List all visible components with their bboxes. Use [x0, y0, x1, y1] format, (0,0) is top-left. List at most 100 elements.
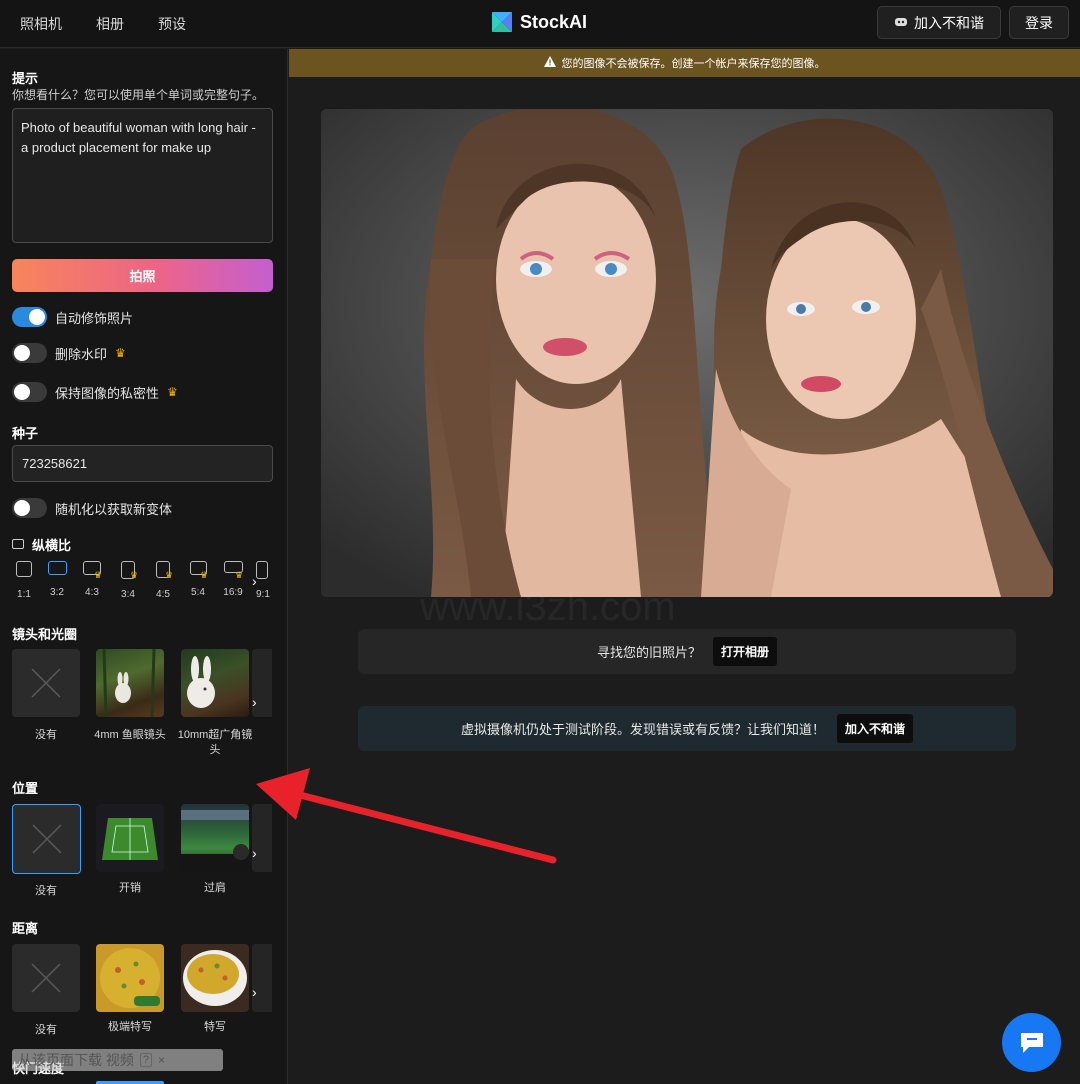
ratio-option-16-9[interactable]: ♛ 16:9 — [219, 561, 247, 598]
prompt-input[interactable]: Photo of beautiful woman with long hair … — [12, 108, 273, 243]
private-images-toggle[interactable] — [12, 382, 47, 402]
lens-fisheye-label: 4mm 鱼眼镜头 — [94, 729, 166, 741]
ratio-option-5-4[interactable]: ♛ 5:4 — [184, 561, 212, 598]
ratio-label: 4:3 — [85, 587, 99, 598]
ratio-label: 1:1 — [17, 589, 31, 600]
lens-title: 镜头和光圈 — [12, 627, 78, 642]
location-none-thumb[interactable] — [12, 804, 81, 874]
seed-title: 种子 — [12, 426, 39, 441]
remove-watermark-row[interactable]: 删除水印 ♛ — [12, 343, 126, 363]
nav-camera[interactable]: 照相机 — [20, 14, 62, 34]
randomize-toggle[interactable] — [12, 498, 47, 518]
lens-fisheye-thumb[interactable] — [96, 649, 164, 717]
private-images-row[interactable]: 保持图像的私密性 ♛ — [12, 382, 178, 402]
crown-icon: ♛ — [94, 570, 103, 580]
distance-extreme-closeup-label: 极端特写 — [108, 1021, 152, 1033]
food-image — [183, 950, 247, 1006]
download-video-bar[interactable]: 从该页面下载 视频 ? × — [12, 1049, 223, 1071]
ratio-label: 4:5 — [156, 589, 170, 600]
beta-text: 虚拟摄像机仍处于测试阶段。发现错误或有反馈？让我们知道！ — [460, 722, 825, 737]
lens-ultrawide-thumb[interactable] — [181, 649, 249, 717]
ratio-option-3-2[interactable]: 3:2 — [43, 561, 71, 598]
auto-retouch-row[interactable]: 自动修饰照片 — [12, 307, 133, 327]
none-x-icon — [31, 668, 61, 698]
download-text: 从该页面下载 视频 — [18, 1052, 134, 1068]
close-icon[interactable]: × — [158, 1053, 165, 1067]
lens-none-thumb[interactable] — [12, 649, 80, 717]
warning-banner: 您的图像不会被保存。创建一个帐户来保存您的图像。 — [289, 49, 1080, 77]
randomize-label: 随机化以获取新变体 — [55, 501, 173, 517]
randomize-row[interactable]: 随机化以获取新变体 — [12, 498, 172, 518]
old-photos-card: 寻找您的旧照片？ 打开相册 — [358, 629, 1016, 674]
distance-closeup-thumb[interactable] — [181, 944, 249, 1012]
old-photos-text: 寻找您的旧照片？ — [596, 645, 701, 660]
help-icon[interactable]: ? — [139, 1053, 153, 1067]
distance-closeup-label: 特写 — [204, 1021, 226, 1033]
chevron-right-icon[interactable]: › — [252, 845, 257, 861]
rabbit-image — [187, 656, 215, 708]
beta-join-discord-button[interactable]: 加入不和谐 — [837, 714, 914, 743]
ratio-option-4-3[interactable]: ♛ 4:3 — [78, 561, 106, 598]
location-next-thumb[interactable] — [252, 804, 272, 872]
open-album-button[interactable]: 打开相册 — [713, 637, 778, 666]
join-discord-label: 加入不和谐 — [914, 14, 984, 31]
prompt-title: 提示 — [12, 71, 39, 86]
stockai-logo-icon — [490, 10, 514, 34]
crown-icon: ♛ — [115, 346, 126, 360]
crown-icon: ♛ — [200, 570, 209, 580]
chevron-right-icon[interactable]: › — [252, 694, 257, 710]
ratio-icon — [256, 561, 268, 579]
generated-image[interactable] — [321, 109, 1053, 597]
rabbit-image — [102, 649, 156, 717]
ratio-option-9-16[interactable]: 9:1 — [256, 561, 270, 600]
prompt-hint: 你想看什么？您可以使用单个单词或完整句子。 — [12, 88, 265, 102]
settings-sidebar: 提示 你想看什么？您可以使用单个单词或完整句子。 Photo of beauti… — [0, 49, 288, 1084]
location-over-shoulder-label: 过肩 — [204, 882, 226, 894]
discord-icon — [894, 15, 908, 31]
ratio-label: 16:9 — [223, 587, 243, 598]
aspect-ratio-title: 纵横比 — [32, 538, 72, 553]
location-overhead-thumb[interactable] — [96, 804, 164, 872]
chevron-right-icon[interactable]: › — [252, 573, 257, 589]
private-images-label: 保持图像的私密性 — [55, 385, 160, 401]
location-over-shoulder-thumb[interactable] — [181, 804, 249, 872]
location-title: 位置 — [12, 781, 39, 796]
distance-none-label: 没有 — [35, 1024, 57, 1036]
distance-none-thumb[interactable] — [12, 944, 80, 1012]
stadium-image — [102, 818, 158, 860]
brand-name: StockAI — [520, 11, 588, 32]
lens-ultrawide-label: 10mm超广角镜头 — [177, 729, 253, 756]
ratio-option-4-5[interactable]: ♛ 4:5 — [149, 561, 177, 600]
nav-album[interactable]: 相册 — [96, 14, 124, 34]
location-overhead-label: 开销 — [119, 882, 141, 894]
nav-presets[interactable]: 预设 — [158, 14, 186, 34]
crown-icon: ♛ — [235, 570, 244, 580]
chat-button[interactable] — [1002, 1013, 1061, 1072]
chevron-right-icon[interactable]: › — [252, 984, 257, 1000]
login-button[interactable]: 登录 — [1009, 6, 1069, 39]
warning-icon — [543, 56, 556, 70]
warning-text: 您的图像不会被保存。创建一个帐户来保存您的图像。 — [561, 58, 826, 70]
auto-retouch-label: 自动修饰照片 — [55, 310, 134, 326]
distance-next-thumb[interactable] — [252, 944, 272, 1012]
remove-watermark-label: 删除水印 — [55, 346, 108, 362]
auto-retouch-toggle[interactable] — [12, 307, 47, 327]
take-photo-button[interactable]: 拍照 — [12, 259, 273, 292]
remove-watermark-toggle[interactable] — [12, 343, 47, 363]
ratio-icon — [47, 561, 67, 575]
join-discord-button[interactable]: 加入不和谐 — [877, 6, 1001, 39]
aspect-ratio-header: 纵横比 — [12, 535, 71, 554]
crown-icon: ♛ — [130, 570, 139, 580]
distance-extreme-closeup-thumb[interactable] — [96, 944, 164, 1012]
aspect-ratio-options: 1:1 3:2 ♛ 4:3 ♛ 3:4 ♛ 4:5 ♛ 5:4 ♛ 16:9 9… — [10, 561, 280, 605]
ratio-label: 3:4 — [121, 589, 135, 600]
seed-input[interactable]: 723258621 — [12, 445, 273, 482]
portrait-image — [321, 109, 1053, 597]
ratio-option-3-4[interactable]: ♛ 3:4 — [114, 561, 142, 600]
food-image — [100, 948, 160, 1008]
brand-logo[interactable]: StockAI — [490, 10, 587, 34]
stadium-image — [181, 810, 249, 872]
chat-icon — [1020, 1032, 1043, 1053]
ratio-label: 9:1 — [256, 589, 270, 600]
ratio-option-1-1[interactable]: 1:1 — [10, 561, 38, 600]
